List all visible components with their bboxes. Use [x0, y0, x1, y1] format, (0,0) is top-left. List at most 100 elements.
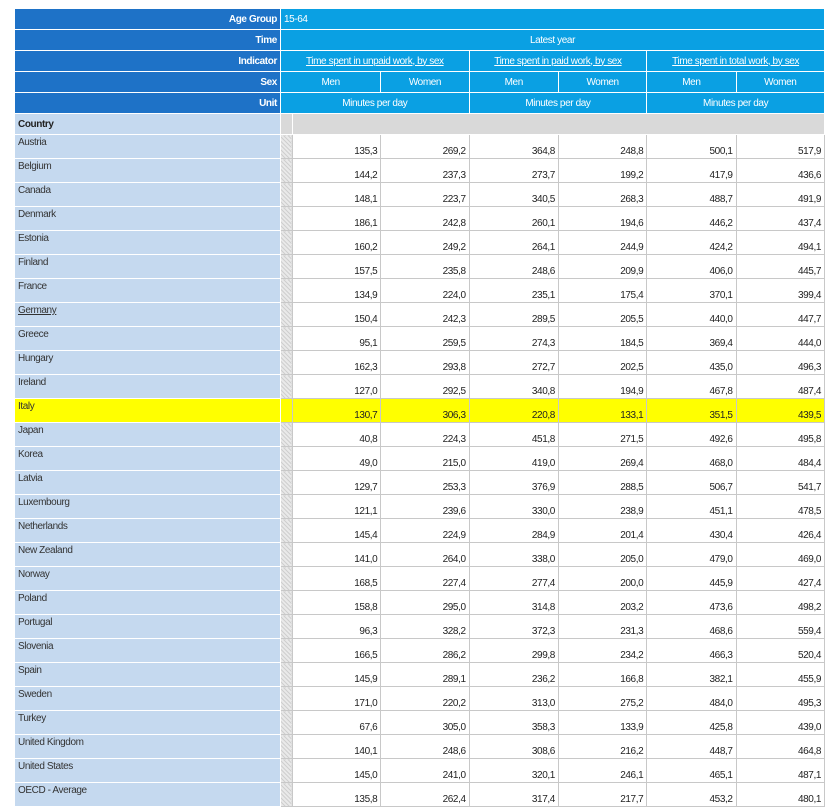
value-cell: 236,2: [468, 662, 559, 687]
value-cell: 473,6: [646, 590, 737, 615]
table-row: New Zealand 141,0 264,0 338,0 205,0 479,0 469,…: [14, 542, 826, 567]
value-cell: 269,4: [557, 446, 648, 471]
value-cell: 495,8: [735, 422, 826, 447]
gutter-cell: [279, 398, 293, 423]
indicator-total-link[interactable]: Time spent in total work, by sex: [646, 50, 825, 72]
value-cell: 184,5: [557, 326, 648, 351]
value-cell: 160,2: [291, 230, 382, 255]
table-row: Turkey 67,6 305,0 358,3 133,9 425,8 439,0: [14, 710, 826, 735]
value-cell: 248,8: [557, 134, 648, 159]
country-label: Denmark: [18, 209, 56, 220]
country-label: Latvia: [18, 473, 43, 484]
value-cell: 439,5: [735, 398, 826, 423]
country-name: Italy: [14, 398, 281, 423]
value-cell: 445,9: [646, 566, 737, 591]
value-cell: 478,5: [735, 494, 826, 519]
value-cell: 299,8: [468, 638, 559, 663]
gutter-cell: [279, 470, 293, 495]
country-label: Sweden: [18, 689, 52, 700]
table-row: Italy 130,7 306,3 220,8 133,1 351,5 439,5: [14, 398, 826, 423]
value-cell: 144,2: [291, 158, 382, 183]
country-name: Luxembourg: [14, 494, 281, 519]
value-cell: 186,1: [291, 206, 382, 231]
value-cell: 194,6: [557, 206, 648, 231]
value-cell: 468,0: [646, 446, 737, 471]
value-cell: 140,1: [291, 734, 382, 759]
country-label: Austria: [18, 137, 47, 148]
value-cell: 223,7: [380, 182, 470, 207]
value-cell: 269,2: [380, 134, 470, 159]
value-cell: 274,3: [468, 326, 559, 351]
value-cell: 370,1: [646, 278, 737, 303]
value-cell: 248,6: [380, 734, 470, 759]
table-row: Estonia 160,2 249,2 264,1 244,9 424,2 494,1: [14, 230, 826, 255]
value-cell: 487,4: [735, 374, 826, 399]
value-cell: 451,1: [646, 494, 737, 519]
country-name[interactable]: Germany: [14, 302, 281, 327]
unit-value: Minutes per day: [468, 92, 648, 114]
country-label: Belgium: [18, 161, 52, 172]
age-group-value[interactable]: 15-64: [279, 8, 826, 30]
country-label: Norway: [18, 569, 50, 580]
value-cell: 500,1: [646, 134, 737, 159]
value-cell: 559,4: [735, 614, 826, 639]
value-cell: 237,3: [380, 158, 470, 183]
gutter-cell: [279, 374, 293, 399]
gutter-cell: [279, 302, 293, 327]
country-column-header: Country: [14, 113, 281, 135]
gutter-cell: [279, 638, 293, 663]
value-cell: 166,8: [557, 662, 648, 687]
value-cell: 446,2: [646, 206, 737, 231]
table-row: Norway 168,5 227,4 277,4 200,0 445,9 427,4: [14, 566, 826, 591]
table-row: Poland 158,8 295,0 314,8 203,2 473,6 498,2: [14, 590, 826, 615]
indicator-paid-link[interactable]: Time spent in paid work, by sex: [468, 50, 648, 72]
value-cell: 166,5: [291, 638, 382, 663]
gutter-cell: [279, 518, 293, 543]
value-cell: 445,7: [735, 254, 826, 279]
table-row: France 134,9 224,0 235,1 175,4 370,1 399,4: [14, 278, 826, 303]
table-row: Japan 40,8 224,3 451,8 271,5 492,6 495,8: [14, 422, 826, 447]
value-cell: 338,0: [468, 542, 559, 567]
country-label: United Kingdom: [18, 737, 84, 748]
value-cell: 382,1: [646, 662, 737, 687]
value-cell: 369,4: [646, 326, 737, 351]
country-label: Poland: [18, 593, 47, 604]
value-cell: 238,9: [557, 494, 648, 519]
value-cell: 134,9: [291, 278, 382, 303]
value-cell: 430,4: [646, 518, 737, 543]
value-cell: 129,7: [291, 470, 382, 495]
table-row: United States 145,0 241,0 320,1 246,1 465,1 48…: [14, 758, 826, 783]
indicator-unpaid-link[interactable]: Time spent in unpaid work, by sex: [279, 50, 470, 72]
value-cell: 453,2: [646, 782, 737, 807]
table-row: Sweden 171,0 220,2 313,0 275,2 484,0 495,3: [14, 686, 826, 711]
time-value[interactable]: Latest year: [279, 29, 826, 51]
time-label: Time: [14, 29, 281, 51]
value-cell: 234,2: [557, 638, 648, 663]
value-cell: 135,3: [291, 134, 382, 159]
value-cell: 419,0: [468, 446, 559, 471]
value-cell: 451,8: [468, 422, 559, 447]
country-label: Greece: [18, 329, 49, 340]
value-cell: 262,4: [380, 782, 470, 807]
value-cell: 242,8: [380, 206, 470, 231]
value-cell: 465,1: [646, 758, 737, 783]
value-cell: 351,5: [646, 398, 737, 423]
table-row: Denmark 186,1 242,8 260,1 194,6 446,2 437,4: [14, 206, 826, 231]
gutter-cell: [279, 158, 293, 183]
value-cell: 241,0: [380, 758, 470, 783]
country-name: Korea: [14, 446, 281, 471]
value-cell: 328,2: [380, 614, 470, 639]
value-cell: 466,3: [646, 638, 737, 663]
gutter-cell: [279, 662, 293, 687]
value-cell: 253,3: [380, 470, 470, 495]
value-cell: 135,8: [291, 782, 382, 807]
value-cell: 295,0: [380, 590, 470, 615]
gutter-cell: [279, 350, 293, 375]
country-name: Spain: [14, 662, 281, 687]
gutter-cell: [279, 566, 293, 591]
country-name: Finland: [14, 254, 281, 279]
value-cell: 158,8: [291, 590, 382, 615]
country-label: Italy: [18, 401, 35, 412]
time-row: Time Latest year: [14, 29, 826, 51]
value-cell: 292,5: [380, 374, 470, 399]
